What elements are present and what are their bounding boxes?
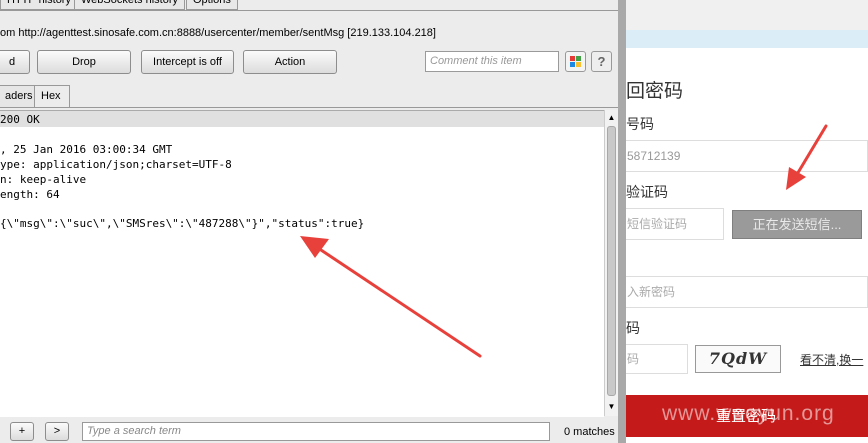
response-line: ength: 64: [0, 188, 60, 201]
sms-code-input[interactable]: 短信验证码: [618, 208, 724, 240]
request-url: om http://agenttest.sinosafe.com.cn:8888…: [0, 27, 436, 39]
search-next-button[interactable]: >: [45, 422, 69, 441]
comment-input[interactable]: Comment this item: [425, 51, 559, 72]
search-input[interactable]: Type a search term: [82, 422, 550, 441]
phone-label: 号码: [626, 116, 654, 132]
tab-http-history[interactable]: HTTP history: [0, 0, 78, 10]
tab-options[interactable]: Options: [186, 0, 238, 10]
sms-code-label: 验证码: [626, 184, 668, 200]
response-body-line: {\"msg\":\"suc\",\"SMSres\":\"487288\"}"…: [0, 217, 365, 230]
response-line: , 25 Jan 2016 03:00:34 GMT: [0, 143, 173, 156]
watermark: www.wooyun.org: [662, 402, 835, 425]
action-button[interactable]: Action: [243, 50, 337, 74]
tab-websockets-history[interactable]: WebSockets history: [74, 0, 186, 10]
match-count: 0 matches: [564, 426, 615, 438]
help-button[interactable]: ?: [591, 51, 612, 72]
page-title: 回密码: [626, 81, 684, 102]
intercept-toggle-button[interactable]: Intercept is off: [141, 50, 234, 74]
response-editor[interactable]: 200 OK , 25 Jan 2016 03:00:34 GMT ype: a…: [0, 110, 604, 417]
tab-headers[interactable]: aders: [0, 85, 35, 107]
search-options-button[interactable]: +: [10, 422, 34, 441]
phone-input[interactable]: 58712139: [618, 140, 868, 172]
captcha-image[interactable]: 7QdW: [695, 345, 781, 373]
header-strip: [618, 30, 868, 48]
captcha-label: 码: [626, 320, 640, 336]
burp-proxy-window: HTTP history WebSockets history Options …: [0, 0, 618, 443]
refresh-captcha-link[interactable]: 看不清,换一: [800, 351, 863, 368]
status-line-highlight: [0, 111, 604, 127]
highlight-color-button[interactable]: [565, 51, 586, 72]
window-divider: [618, 0, 626, 443]
response-line: ype: application/json;charset=UTF-8: [0, 158, 232, 171]
response-line: n: keep-alive: [0, 173, 87, 186]
new-password-input[interactable]: 入新密码: [618, 276, 868, 308]
captcha-input[interactable]: 码: [618, 344, 688, 374]
tab-hex[interactable]: Hex: [34, 85, 70, 107]
scroll-thumb[interactable]: [607, 126, 616, 396]
drop-button[interactable]: Drop: [37, 50, 131, 74]
webpage-reset-password: 回密码 号码 58712139 验证码 短信验证码 正在发送短信... 入新密码…: [618, 0, 868, 443]
proxy-tabs: HTTP history WebSockets history Options: [0, 0, 618, 11]
message-view-tabs: aders Hex: [0, 85, 618, 108]
search-bar: + > Type a search term 0 matches: [0, 418, 618, 443]
response-line: 200 OK: [0, 113, 40, 126]
browser-top-area: [618, 0, 868, 30]
color-grid-icon: [570, 56, 581, 67]
forward-button[interactable]: d: [0, 50, 30, 74]
scroll-up-icon[interactable]: ▲: [606, 112, 617, 124]
vertical-scrollbar[interactable]: ▲ ▼: [604, 110, 618, 416]
send-sms-button[interactable]: 正在发送短信...: [732, 210, 862, 239]
scroll-down-icon[interactable]: ▼: [606, 401, 617, 413]
